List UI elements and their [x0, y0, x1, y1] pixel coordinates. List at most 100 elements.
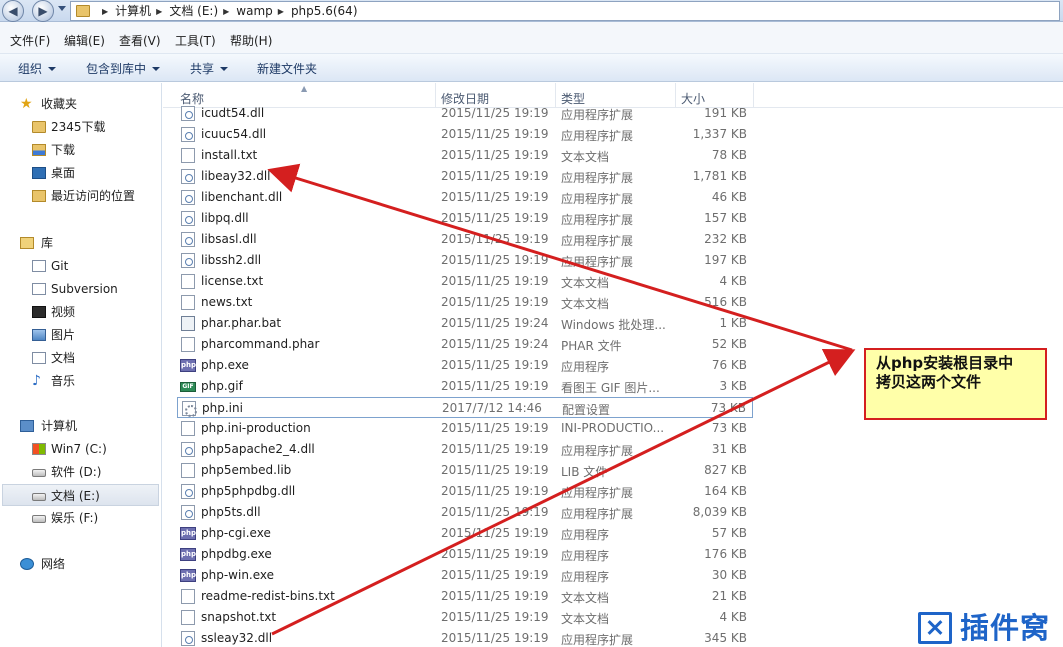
column-divider[interactable]	[753, 83, 754, 108]
table-row[interactable]: php.ini-production 2015/11/25 19:19 INI-PR…	[177, 418, 753, 439]
table-row[interactable]: license.txt 2015/11/25 19:19 文本文档 4 KB	[177, 271, 753, 292]
file-type: 应用程序	[561, 528, 610, 542]
table-row[interactable]: icuuc54.dll 2015/11/25 19:19 应用程序扩展 1,337 K…	[177, 124, 753, 145]
file-size: 4 KB	[719, 610, 747, 624]
file-name: libeay32.dll	[201, 169, 271, 183]
share-button[interactable]: 共享	[190, 60, 229, 77]
nav-item-documents[interactable]: 文档	[30, 347, 158, 369]
breadcrumb-item-drive-e[interactable]: 文档 (E:)	[169, 4, 218, 18]
table-row[interactable]: libeay32.dll 2015/11/25 19:19 应用程序扩展 1,781 …	[177, 166, 753, 187]
table-row[interactable]: php5phpdbg.dll 2015/11/25 19:19 应用程序扩展 164 …	[177, 481, 753, 502]
recent-pages-dropdown-icon[interactable]	[58, 6, 66, 11]
table-row[interactable]: php5apache2_4.dll 2015/11/25 19:19 应用程序扩展 3…	[177, 439, 753, 460]
nav-item-desktop[interactable]: 桌面	[30, 162, 158, 184]
computer-icon	[20, 420, 34, 432]
nav-item-pictures[interactable]: 图片	[30, 324, 158, 346]
file-date: 2015/11/25 19:19	[441, 568, 549, 582]
table-row[interactable]: libenchant.dll 2015/11/25 19:19 应用程序扩展 46 K…	[177, 187, 753, 208]
nav-item-subversion[interactable]: Subversion	[30, 278, 158, 300]
table-row[interactable]: readme-redist-bins.txt 2015/11/25 19:19 文本…	[177, 586, 753, 607]
table-row[interactable]: libsasl.dll 2015/11/25 19:19 应用程序扩展 232 KB	[177, 229, 753, 250]
table-row[interactable]: pharcommand.phar 2015/11/25 19:24 PHAR 文件 5…	[177, 334, 753, 355]
downloads-folder-icon	[32, 144, 46, 156]
breadcrumb-item-php[interactable]: php5.6(64)	[291, 4, 358, 18]
table-row[interactable]: install.txt 2015/11/25 19:19 文本文档 78 KB	[177, 145, 753, 166]
file-date: 2015/11/25 19:19	[441, 589, 549, 603]
breadcrumb-item-computer[interactable]: 计算机	[115, 4, 151, 18]
nav-drive-e[interactable]: 文档 (E:)	[2, 484, 159, 506]
back-button[interactable]: ◀	[2, 0, 24, 22]
table-row[interactable]: snapshot.txt 2015/11/25 19:19 文本文档 4 KB	[177, 607, 753, 628]
folder-icon	[32, 121, 46, 133]
menu-file[interactable]: 文件(F)	[10, 32, 50, 49]
menu-tools[interactable]: 工具(T)	[175, 32, 216, 49]
table-row[interactable]: php php-win.exe 2015/11/25 19:19 应用程序 30 KB	[177, 565, 753, 586]
new-folder-button[interactable]: 新建文件夹	[257, 60, 317, 77]
breadcrumb-separator-icon[interactable]: ▶	[223, 3, 229, 21]
file-type: 应用程序扩展	[561, 213, 634, 227]
file-name: phpdbg.exe	[201, 547, 272, 561]
file-name: icuuc54.dll	[201, 127, 267, 141]
file-type: 应用程序扩展	[561, 234, 634, 248]
menu-help[interactable]: 帮助(H)	[230, 32, 272, 49]
table-row[interactable]: php phpdbg.exe 2015/11/25 19:19 应用程序 176 KB	[177, 544, 753, 565]
table-row[interactable]: news.txt 2015/11/25 19:19 文本文档 516 KB	[177, 292, 753, 313]
nav-drive-f[interactable]: 娱乐 (F:)	[30, 507, 158, 529]
annotation-callout: 从php安装根目录中 拷贝这两个文件	[864, 348, 1047, 420]
file-date: 2015/11/25 19:19	[441, 190, 549, 204]
nav-computer[interactable]: 计算机	[20, 415, 150, 437]
breadcrumb-separator-icon[interactable]: ▶	[278, 3, 284, 21]
nav-label: 软件 (D:)	[51, 465, 102, 479]
navigation-pane: ★ 收藏夹 2345下载 下载 桌面 最近访问的位置 库 Git Subvers…	[0, 83, 162, 647]
breadcrumb-separator-icon[interactable]: ▶	[156, 3, 162, 21]
file-name: php-win.exe	[201, 568, 275, 582]
table-row[interactable]: php5ts.dll 2015/11/25 19:19 应用程序扩展 8,039 KB	[177, 502, 753, 523]
file-type: INI-PRODUCTIO...	[561, 421, 665, 435]
table-row[interactable]: ssleay32.dll 2015/11/25 19:19 应用程序扩展 345 KB	[177, 628, 753, 647]
file-date: 2015/11/25 19:19	[441, 610, 549, 624]
table-row[interactable]: php.ini 2017/7/12 14:46 配置设置 73 KB	[177, 397, 753, 418]
file-size: 46 KB	[711, 190, 747, 204]
nav-network[interactable]: 网络	[20, 553, 150, 575]
organize-button[interactable]: 组织	[18, 60, 57, 77]
table-row[interactable]: php php-cgi.exe 2015/11/25 19:19 应用程序 57 KB	[177, 523, 753, 544]
file-date: 2015/11/25 19:19	[441, 463, 549, 477]
menu-view[interactable]: 查看(V)	[119, 32, 161, 49]
menu-edit[interactable]: 编辑(E)	[64, 32, 105, 49]
nav-item-downloads[interactable]: 下载	[30, 139, 158, 161]
file-name: libpq.dll	[201, 211, 249, 225]
address-path[interactable]: ▶ 计算机 ▶ 文档 (E:) ▶ wamp ▶ php5.6(64)	[70, 1, 1060, 21]
nav-item-recent-places[interactable]: 最近访问的位置	[30, 185, 158, 207]
nav-libraries[interactable]: 库	[20, 232, 150, 254]
breadcrumb-item-wamp[interactable]: wamp	[236, 4, 272, 18]
file-date: 2015/11/25 19:19	[441, 169, 549, 183]
table-row[interactable]: php5embed.lib 2015/11/25 19:19 LIB 文件 827 K…	[177, 460, 753, 481]
nav-favorites[interactable]: ★ 收藏夹	[20, 93, 150, 115]
forward-button[interactable]: ▶	[32, 0, 54, 22]
nav-item-git[interactable]: Git	[30, 255, 158, 277]
include-library-button[interactable]: 包含到库中	[86, 60, 161, 77]
nav-item-2345-downloads[interactable]: 2345下载	[30, 116, 158, 138]
table-row[interactable]: phar.phar.bat 2015/11/25 19:24 Windows 批处理…	[177, 313, 753, 334]
file-size: 516 KB	[704, 295, 747, 309]
nav-drive-d[interactable]: 软件 (D:)	[30, 461, 158, 483]
nav-label: 桌面	[51, 166, 76, 180]
breadcrumb-separator-icon[interactable]: ▶	[102, 3, 108, 21]
command-bar: 组织 包含到库中 共享 新建文件夹	[0, 54, 1063, 82]
file-date: 2015/11/25 19:19	[441, 232, 549, 246]
file-type: 应用程序	[561, 549, 610, 563]
file-size: 21 KB	[711, 589, 747, 603]
callout-line-2: 拷贝这两个文件	[876, 373, 982, 391]
nav-item-videos[interactable]: 视频	[30, 301, 158, 323]
table-row[interactable]: libssh2.dll 2015/11/25 19:19 应用程序扩展 197 KB	[177, 250, 753, 271]
php-exe-icon: php	[180, 569, 196, 582]
file-date: 2015/11/25 19:19	[441, 358, 549, 372]
nav-drive-c[interactable]: Win7 (C:)	[30, 438, 158, 460]
table-row[interactable]: libpq.dll 2015/11/25 19:19 应用程序扩展 157 KB	[177, 208, 753, 229]
nav-item-music[interactable]: ♪ 音乐	[30, 370, 158, 392]
table-row[interactable]: php php.exe 2015/11/25 19:19 应用程序 76 KB	[177, 355, 753, 376]
table-row[interactable]: GIF php.gif 2015/11/25 19:19 看图王 GIF 图片... 3…	[177, 376, 753, 397]
table-row[interactable]: icudt54.dll 2015/11/25 19:19 应用程序扩展 191 KB	[177, 103, 753, 124]
file-name: readme-redist-bins.txt	[201, 589, 335, 603]
file-type: 文本文档	[561, 612, 610, 626]
